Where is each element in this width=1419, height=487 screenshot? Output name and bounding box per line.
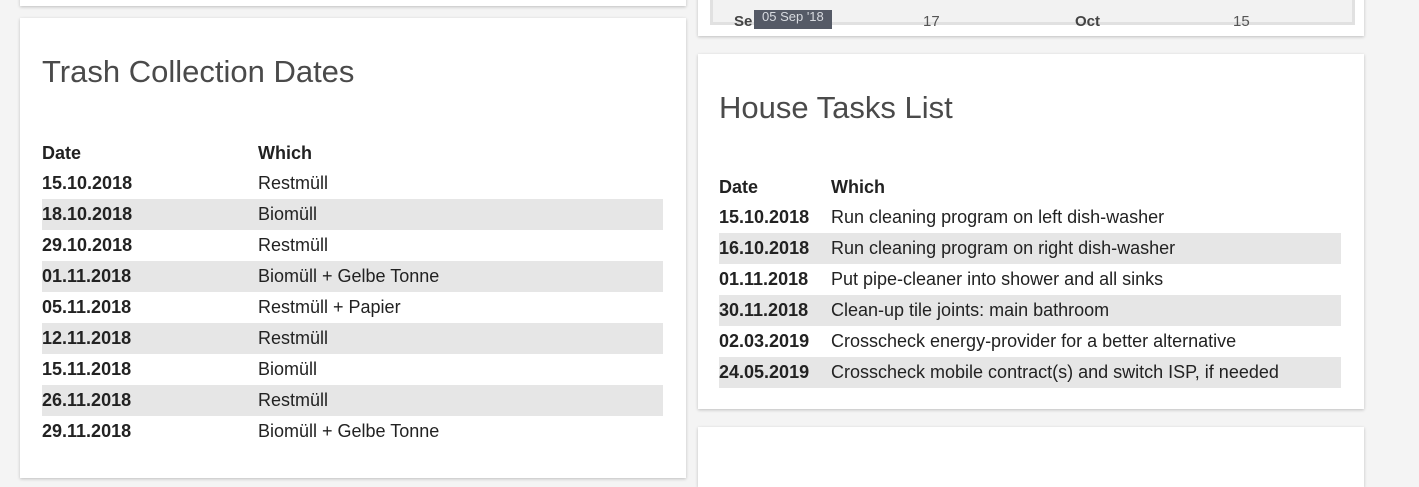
row-date: 30.11.2018 (719, 295, 831, 326)
column-header-which: Which (258, 142, 312, 163)
row-date: 15.11.2018 (42, 359, 132, 379)
column-header-date: Date (719, 176, 759, 197)
axis-label: 17 (923, 13, 940, 30)
row-which: Crosscheck energy-provider for a better … (831, 331, 1237, 351)
row-date: 12.11.2018 (42, 323, 258, 354)
axis-label: Oct (1075, 13, 1101, 30)
row-date: 24.05.2019 (719, 357, 831, 388)
next-card (698, 427, 1364, 487)
chart-tooltip: 05 Sep '18 (754, 10, 832, 29)
table-row: 16.10.2018 Run cleaning program on right… (719, 233, 1341, 264)
row-date: 01.11.2018 (719, 269, 809, 289)
table-header-row: Date Which (719, 172, 1341, 202)
row-date: 05.11.2018 (42, 297, 132, 317)
row-date: 18.10.2018 (42, 199, 258, 230)
table-row: 15.10.2018 Run cleaning program on left … (719, 202, 1341, 233)
column-header-date: Date (42, 142, 82, 163)
row-which: Restmüll (258, 385, 663, 416)
row-which: Restmüll (258, 235, 329, 255)
row-which: Biomüll + Gelbe Tonne (258, 261, 663, 292)
table-row: 01.11.2018 Biomüll + Gelbe Tonne (42, 261, 663, 292)
row-date: 16.10.2018 (719, 233, 831, 264)
chart-axis-strip: Se 17 Oct 15 05 Sep '18 (710, 0, 1355, 30)
card-title: House Tasks List (719, 90, 953, 125)
table-row: 30.11.2018 Clean-up tile joints: main ba… (719, 295, 1341, 326)
row-date: 26.11.2018 (42, 385, 258, 416)
table-row: 01.11.2018 Put pipe-cleaner into shower … (719, 264, 1341, 295)
axis-label: Se (734, 13, 753, 30)
row-date: 15.10.2018 (719, 207, 810, 227)
axis-label: 15 (1233, 13, 1250, 30)
table-row: 26.11.2018 Restmüll (42, 385, 663, 416)
row-date: 01.11.2018 (42, 261, 258, 292)
card-title: Trash Collection Dates (42, 54, 355, 89)
row-date: 15.10.2018 (42, 173, 133, 193)
row-which: Clean-up tile joints: main bathroom (831, 295, 1341, 326)
column-header-which: Which (831, 176, 885, 197)
row-which: Run cleaning program on right dish-washe… (831, 233, 1341, 264)
row-which: Restmüll (258, 173, 329, 193)
previous-card (20, 0, 686, 6)
table-row: 18.10.2018 Biomüll (42, 199, 663, 230)
house-tasks-card: House Tasks List Date Which 15.10.2018 R… (698, 54, 1364, 409)
row-which: Run cleaning program on left dish-washer (831, 207, 1165, 227)
table-row: 29.11.2018 Biomüll + Gelbe Tonne (42, 416, 663, 447)
trash-collection-table: Date Which 15.10.2018 Restmüll 18.10.201… (42, 138, 663, 447)
row-date: 02.03.2019 (719, 331, 810, 351)
table-row: 15.10.2018 Restmüll (42, 168, 663, 199)
row-date: 29.11.2018 (42, 421, 132, 441)
table-row: 15.11.2018 Biomüll (42, 354, 663, 385)
row-which: Restmüll (258, 323, 663, 354)
row-which: Restmüll + Papier (258, 297, 401, 317)
row-which: Crosscheck mobile contract(s) and switch… (831, 357, 1341, 388)
row-which: Biomüll (258, 199, 663, 230)
row-which: Biomüll (258, 359, 318, 379)
table-row: 02.03.2019 Crosscheck energy-provider fo… (719, 326, 1341, 357)
table-row: 05.11.2018 Restmüll + Papier (42, 292, 663, 323)
table-row: 12.11.2018 Restmüll (42, 323, 663, 354)
house-tasks-table: Date Which 15.10.2018 Run cleaning progr… (719, 172, 1341, 388)
row-which: Put pipe-cleaner into shower and all sin… (831, 269, 1164, 289)
row-date: 29.10.2018 (42, 235, 133, 255)
table-row: 29.10.2018 Restmüll (42, 230, 663, 261)
chart-card: Se 17 Oct 15 05 Sep '18 (698, 0, 1364, 36)
trash-collection-card: Trash Collection Dates Date Which 15.10.… (20, 18, 686, 478)
table-row: 24.05.2019 Crosscheck mobile contract(s)… (719, 357, 1341, 388)
table-header-row: Date Which (42, 138, 663, 168)
row-which: Biomüll + Gelbe Tonne (258, 421, 440, 441)
